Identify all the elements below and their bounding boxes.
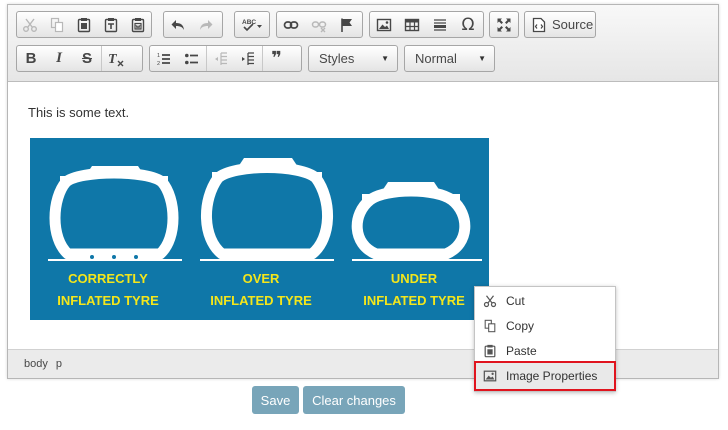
- caption-correct-line1: CORRECTLY: [68, 271, 148, 286]
- table-button[interactable]: [398, 12, 426, 37]
- numbered-list-icon: 12: [157, 53, 170, 67]
- redo-icon: [200, 19, 213, 30]
- paste-from-word-button[interactable]: [124, 12, 151, 37]
- unlink-icon: [311, 20, 327, 32]
- context-menu-paste-label: Paste: [506, 344, 537, 358]
- context-menu-image-properties[interactable]: Image Properties: [474, 361, 616, 391]
- copy-icon: [482, 318, 498, 334]
- image-button[interactable]: [370, 12, 398, 37]
- indent-button[interactable]: [234, 46, 262, 71]
- bulleted-list-icon: [185, 53, 198, 64]
- tools-group: [489, 11, 519, 38]
- basicstyles-group: B I S T: [16, 45, 143, 72]
- italic-icon: I: [56, 50, 62, 66]
- remove-format-button[interactable]: T: [101, 46, 129, 71]
- paragraph-group: 12 ❞: [149, 45, 302, 72]
- copy-icon: [51, 17, 64, 32]
- clipboard-group: [16, 11, 152, 38]
- bulleted-list-button[interactable]: [178, 46, 206, 71]
- bold-button[interactable]: B: [17, 46, 45, 71]
- link-group: [276, 11, 363, 38]
- spellcheck-button[interactable]: ABC: [235, 12, 269, 37]
- clipboard-text-icon: [104, 17, 117, 32]
- paste-text-button[interactable]: [97, 12, 124, 37]
- undo-icon: [171, 19, 184, 30]
- strikethrough-icon: S: [81, 50, 92, 67]
- styles-combo-label: Styles: [319, 51, 355, 66]
- caption-under-line2: INFLATED TYRE: [363, 293, 465, 308]
- scissors-icon: [482, 293, 498, 309]
- context-menu-paste[interactable]: Paste: [476, 339, 614, 363]
- blockquote-button[interactable]: ❞: [262, 46, 290, 71]
- clipboard-icon: [77, 17, 91, 32]
- caption-under-line1: UNDER: [391, 271, 438, 286]
- copy-button[interactable]: [44, 12, 71, 37]
- context-menu-cut-label: Cut: [506, 294, 525, 308]
- clear-changes-button[interactable]: Clear changes: [303, 386, 405, 414]
- source-label: Source: [552, 17, 594, 32]
- quote-icon: ❞: [271, 48, 282, 69]
- svg-text:ABC: ABC: [242, 19, 256, 26]
- svg-text:2: 2: [157, 61, 160, 67]
- clipboard-word-icon: [131, 17, 144, 32]
- context-menu-cut[interactable]: Cut: [476, 289, 614, 313]
- caption-correct-line2: INFLATED TYRE: [57, 293, 159, 308]
- outdent-button[interactable]: [206, 46, 234, 71]
- caption-over-line2: INFLATED TYRE: [210, 293, 312, 308]
- undo-button[interactable]: [164, 12, 192, 37]
- numbered-list-button[interactable]: 12: [150, 46, 178, 71]
- remove-format-icon: T: [108, 52, 123, 67]
- special-char-button[interactable]: Ω: [454, 12, 482, 37]
- tyre-inflation-image[interactable]: CORRECTLY INFLATED TYRE OVER INFLATED TY…: [30, 138, 489, 320]
- link-button[interactable]: [277, 12, 305, 37]
- source-icon: [532, 17, 546, 32]
- cut-button[interactable]: [17, 12, 44, 37]
- context-menu-copy-label: Copy: [506, 319, 535, 333]
- spellcheck-group: ABC: [234, 11, 270, 38]
- maximize-button[interactable]: [490, 12, 518, 37]
- format-combo-label: Normal: [415, 51, 457, 66]
- redo-button[interactable]: [192, 12, 220, 37]
- strike-button[interactable]: S: [73, 46, 101, 71]
- context-menu-copy[interactable]: Copy: [476, 314, 614, 338]
- horizontal-line-icon: [434, 18, 446, 31]
- editor-toolbar: ABC Ω Source B I S T 1 2 ❞ Styles ▼ Norm…: [8, 5, 718, 82]
- flag-icon: [341, 18, 352, 32]
- bold-icon: B: [25, 50, 37, 67]
- document-group: Source: [524, 11, 596, 38]
- table-icon: [404, 18, 420, 31]
- clipboard-icon: [482, 343, 498, 359]
- content-paragraph[interactable]: This is some text.: [28, 105, 129, 120]
- anchor-button[interactable]: [333, 12, 361, 37]
- outdent-icon: [214, 51, 227, 65]
- unlink-button[interactable]: [305, 12, 333, 37]
- image-icon: [482, 368, 498, 384]
- svg-text:T: T: [108, 52, 118, 67]
- caption-over-line1: OVER: [243, 271, 280, 286]
- source-button[interactable]: Source: [525, 12, 595, 37]
- image-icon: [376, 18, 392, 31]
- omega-icon: Ω: [461, 14, 475, 35]
- horizontal-line-button[interactable]: [426, 12, 454, 37]
- italic-button[interactable]: I: [45, 46, 73, 71]
- context-menu: Cut Copy Paste Image Properties: [474, 286, 616, 392]
- save-button[interactable]: Save: [252, 386, 299, 414]
- chevron-down-icon: ▼: [381, 54, 389, 63]
- link-icon: [283, 20, 299, 29]
- path-item-body[interactable]: body: [20, 358, 52, 370]
- indent-icon: [242, 51, 254, 65]
- history-group: [163, 11, 223, 38]
- svg-text:1: 1: [157, 53, 160, 59]
- path-item-p[interactable]: p: [52, 358, 66, 370]
- spellcheck-icon: ABC: [242, 19, 262, 31]
- chevron-down-icon: ▼: [478, 54, 486, 63]
- insert-group: Ω: [369, 11, 484, 38]
- paste-button[interactable]: [71, 12, 98, 37]
- context-menu-image-properties-label: Image Properties: [506, 369, 598, 383]
- format-combo[interactable]: Normal ▼: [404, 45, 495, 72]
- maximize-icon: [497, 18, 511, 31]
- scissors-icon: [23, 18, 38, 32]
- styles-combo[interactable]: Styles ▼: [308, 45, 398, 72]
